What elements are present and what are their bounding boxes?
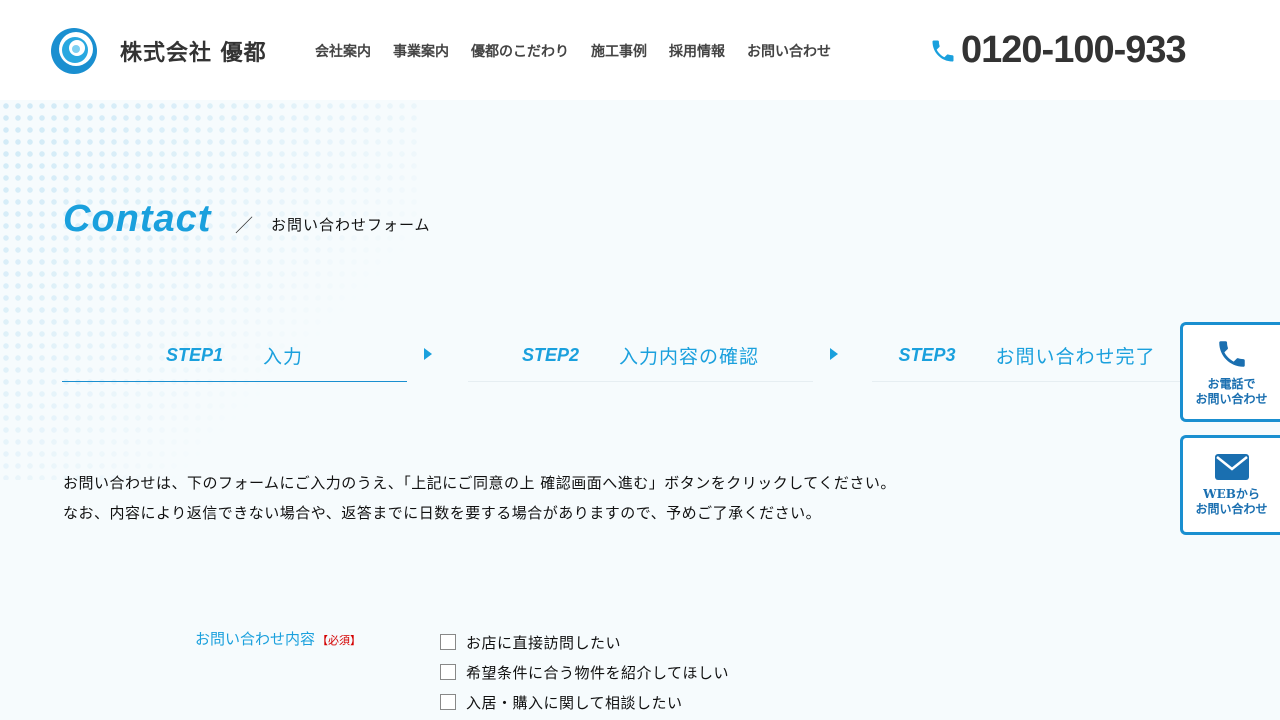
nav-commitment[interactable]: 優都のこだわり [471, 41, 569, 61]
site-header: 株式会社 優都 会社案内 事業案内 優都のこだわり 施工事例 採用情報 お問い合… [0, 0, 1280, 100]
step-1-label: 入力 [263, 346, 304, 368]
page-title: Contact [63, 198, 212, 240]
step-3-label: お問い合わせ完了 [995, 346, 1156, 368]
side-web-label: WEBから お問い合わせ [1195, 487, 1267, 517]
step-arrow-icon [424, 348, 432, 360]
step-3-number: STEP3 [898, 345, 956, 365]
intro-line-2: なお、内容により返信できない場合や、返答までに日数を要する場合がありますので、予… [63, 504, 822, 522]
company-name: 株式会社 優都 [120, 41, 267, 66]
option-property-intro[interactable]: 希望条件に合う物件を紹介してほしい [440, 657, 729, 687]
required-badge: 【必須】 [317, 634, 362, 647]
logo[interactable]: 株式会社 優都 [50, 27, 267, 75]
intro-line-1: お問い合わせは、下のフォームにご入力のうえ、「上記にご同意の上 確認画面へ進む」… [63, 474, 896, 492]
nav-business[interactable]: 事業案内 [393, 41, 449, 61]
side-phone-label-2: お問い合わせ [1195, 392, 1268, 406]
dot-pattern-decoration [0, 100, 420, 480]
step-2-number: STEP2 [521, 345, 579, 365]
nav-contact[interactable]: お問い合わせ [747, 41, 831, 61]
step-2-label: 入力内容の確認 [619, 346, 760, 368]
option-label: 希望条件に合う物件を紹介してほしい [466, 663, 730, 682]
nav-company[interactable]: 会社案内 [315, 41, 371, 61]
step-indicator: STEP1 入力 STEP2 入力内容の確認 STEP3 お問い合わせ完了 [62, 330, 1182, 382]
option-consultation[interactable]: 入居・購入に関して相談したい [440, 687, 729, 717]
side-web-label-2: お問い合わせ [1195, 502, 1268, 516]
title-separator: ／ [235, 216, 253, 237]
step-arrow-icon [830, 348, 838, 360]
option-label: 入居・購入に関して相談したい [466, 693, 683, 712]
option-visit-store[interactable]: お店に直接訪問したい [440, 627, 729, 657]
mail-icon [1214, 454, 1249, 480]
nav-works[interactable]: 施工事例 [591, 41, 647, 61]
side-phone-label-1: お電話で [1207, 377, 1256, 391]
checkbox[interactable] [440, 664, 456, 680]
step-2: STEP2 入力内容の確認 [468, 330, 813, 382]
phone-number: 0120-100-933 [961, 29, 1187, 71]
inquiry-options: お店に直接訪問したい 希望条件に合う物件を紹介してほしい 入居・購入に関して相談… [440, 627, 729, 717]
checkbox[interactable] [440, 634, 456, 650]
intro-text: お問い合わせは、下のフォームにご入力のうえ、「上記にご同意の上 確認画面へ進む」… [63, 468, 896, 528]
side-phone-label: お電話で お問い合わせ [1195, 377, 1267, 407]
inquiry-type-text: お問い合わせ内容 [195, 630, 316, 648]
option-label: お店に直接訪問したい [466, 633, 622, 652]
side-web-label-1: WEBから [1203, 487, 1260, 501]
page-subtitle: お問い合わせフォーム [271, 216, 431, 234]
inquiry-type-label: お問い合わせ内容 【必須】 [195, 628, 361, 649]
side-phone-button[interactable]: お電話で お問い合わせ [1180, 322, 1280, 422]
step-3: STEP3 お問い合わせ完了 [872, 330, 1182, 382]
phone-icon [1218, 341, 1245, 367]
step-1: STEP1 入力 [62, 330, 407, 382]
swirl-logo-icon [51, 28, 97, 74]
nav-recruit[interactable]: 採用情報 [669, 41, 725, 61]
global-nav: 会社案内 事業案内 優都のこだわり 施工事例 採用情報 お問い合わせ [315, 41, 853, 61]
step-1-number: STEP1 [165, 345, 223, 365]
checkbox[interactable] [440, 694, 456, 710]
phone-icon [932, 40, 954, 61]
header-phone[interactable]: 0120-100-933 [929, 29, 1187, 72]
side-web-button[interactable]: WEBから お問い合わせ [1180, 435, 1280, 535]
